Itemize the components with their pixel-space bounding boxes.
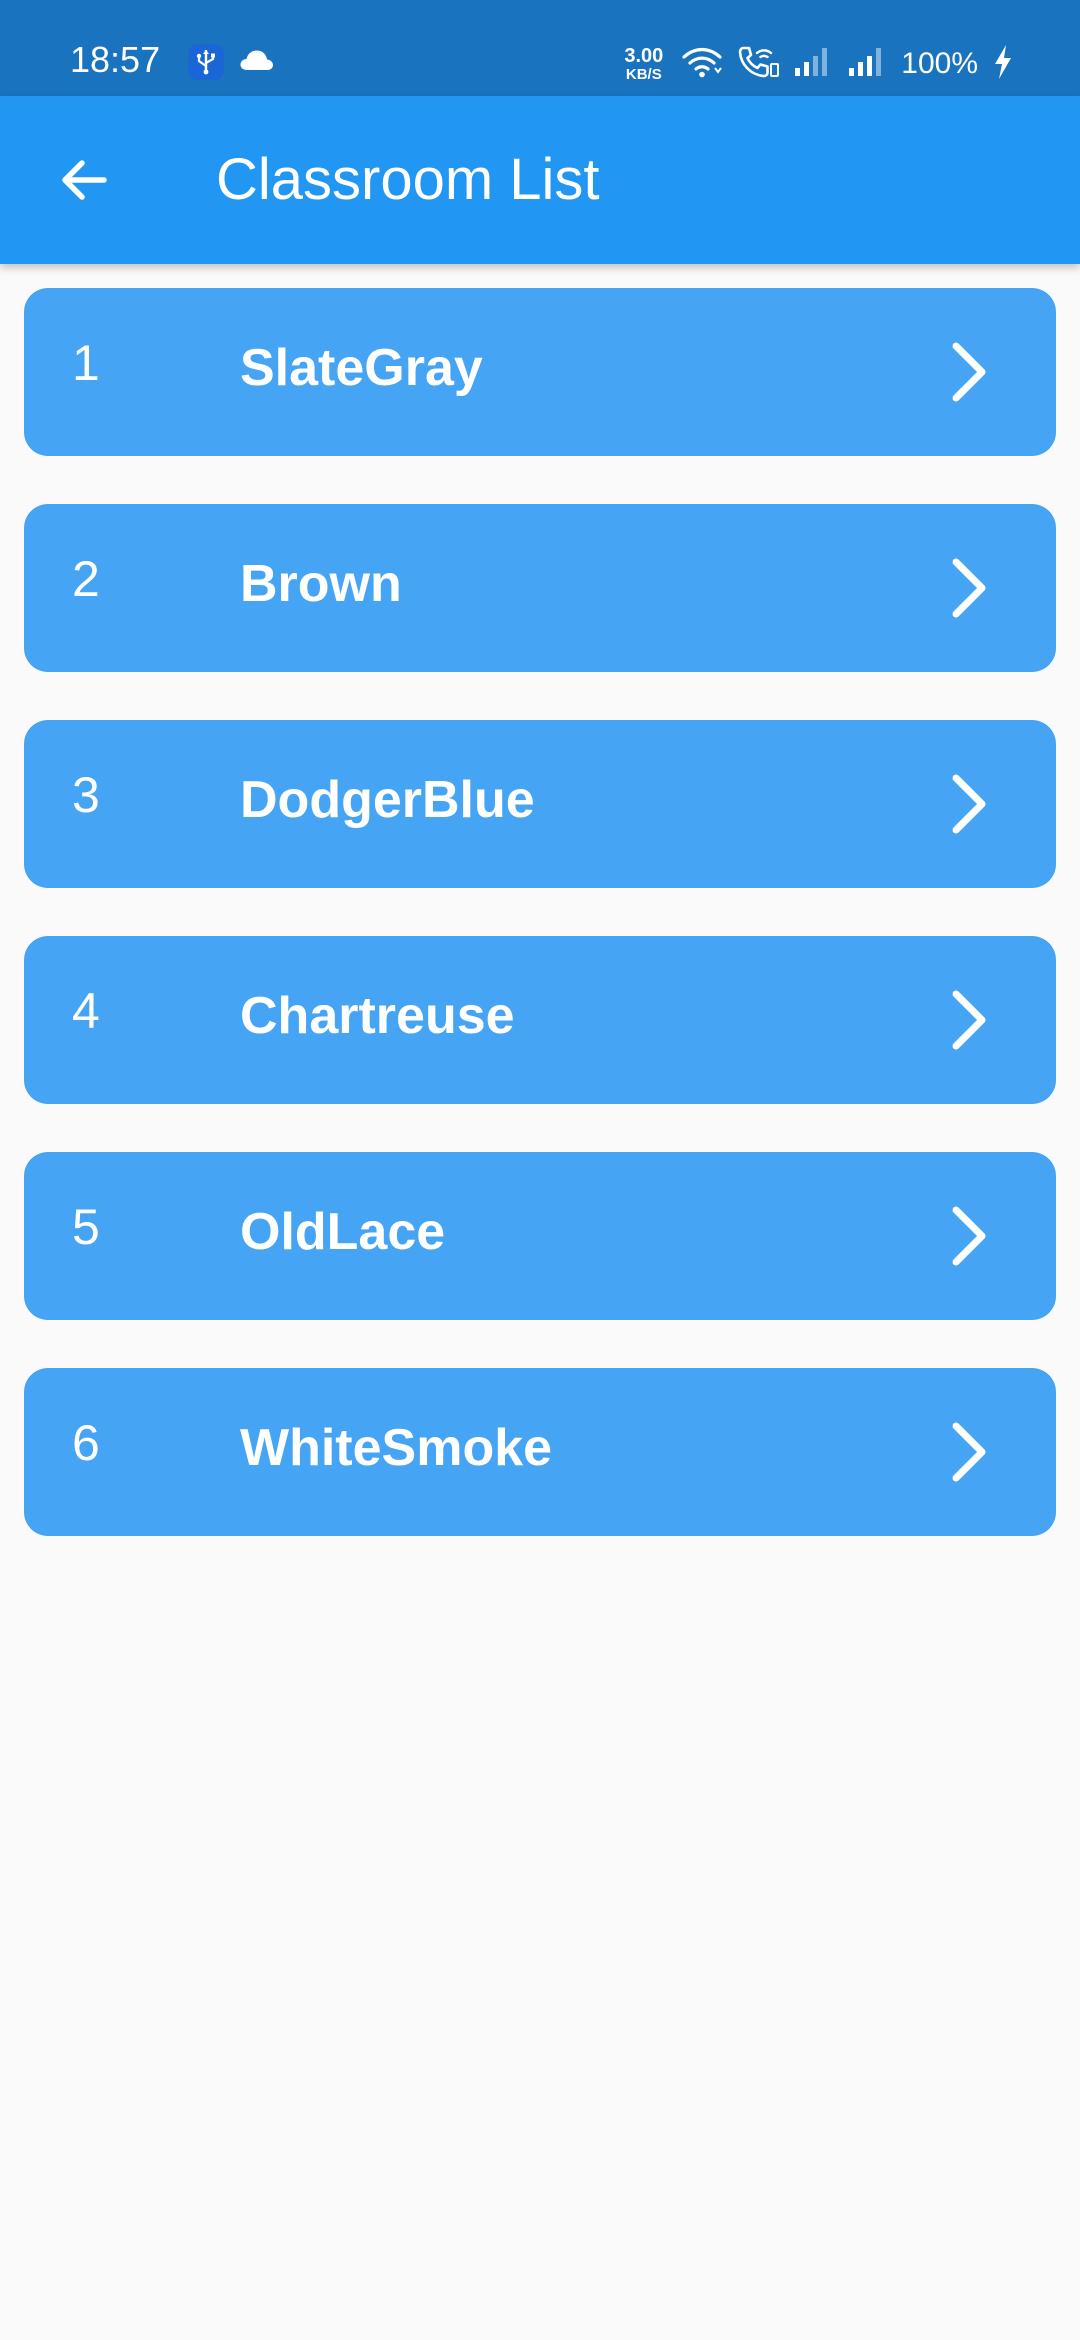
classroom-list: 1 SlateGray 2 Brown 3 DodgerBlue 4 Chart… [24, 288, 1056, 1584]
network-speed: 3.00 KB/S [624, 46, 663, 82]
classroom-name: WhiteSmoke [240, 1419, 553, 1477]
usb-icon [188, 44, 224, 80]
classroom-index: 5 [72, 1199, 100, 1255]
arrow-back-icon [62, 160, 107, 200]
classroom-index: 3 [72, 767, 100, 823]
chevron-right-icon [952, 342, 986, 402]
charging-icon [992, 44, 1014, 85]
notification-icons [188, 44, 274, 80]
classroom-index: 1 [72, 335, 100, 391]
chevron-right-icon [952, 1206, 986, 1266]
classroom-item[interactable]: 6 WhiteSmoke [24, 1368, 1056, 1536]
app-bar: Classroom List [0, 96, 1080, 264]
page-title: Classroom List [216, 147, 600, 212]
classroom-item[interactable]: 4 Chartreuse [24, 936, 1056, 1104]
classroom-item[interactable]: 1 SlateGray [24, 288, 1056, 456]
status-bar: 18:57 3.00 KB/S 100% [0, 0, 1080, 96]
classroom-item[interactable]: 2 Brown [24, 504, 1056, 672]
chevron-right-icon [952, 558, 986, 618]
classroom-name: Chartreuse [240, 987, 515, 1045]
back-button[interactable] [40, 136, 128, 224]
classroom-name: SlateGray [240, 339, 483, 397]
classroom-name: Brown [240, 555, 402, 613]
chevron-right-icon [952, 774, 986, 834]
wifi-icon [681, 46, 723, 83]
network-speed-value: 3.00 [624, 45, 664, 67]
classroom-index: 2 [72, 551, 100, 607]
classroom-item[interactable]: 5 OldLace [24, 1152, 1056, 1320]
signal-icon [847, 46, 887, 83]
status-time: 18:57 [70, 39, 161, 80]
signal-icon [793, 46, 833, 83]
classroom-name: OldLace [240, 1203, 446, 1261]
chevron-right-icon [952, 1422, 986, 1482]
network-speed-unit: KB/S [625, 66, 662, 83]
classroom-item[interactable]: 3 DodgerBlue [24, 720, 1056, 888]
chevron-right-icon [952, 990, 986, 1050]
classroom-index: 6 [72, 1415, 100, 1471]
battery-percent: 100% [901, 47, 978, 80]
classroom-name: DodgerBlue [240, 771, 535, 829]
system-status-icons: 3.00 KB/S 100% [624, 44, 1014, 84]
classroom-index: 4 [72, 983, 100, 1039]
wifi-calling-icon [737, 45, 780, 84]
cloud-icon [238, 48, 274, 77]
